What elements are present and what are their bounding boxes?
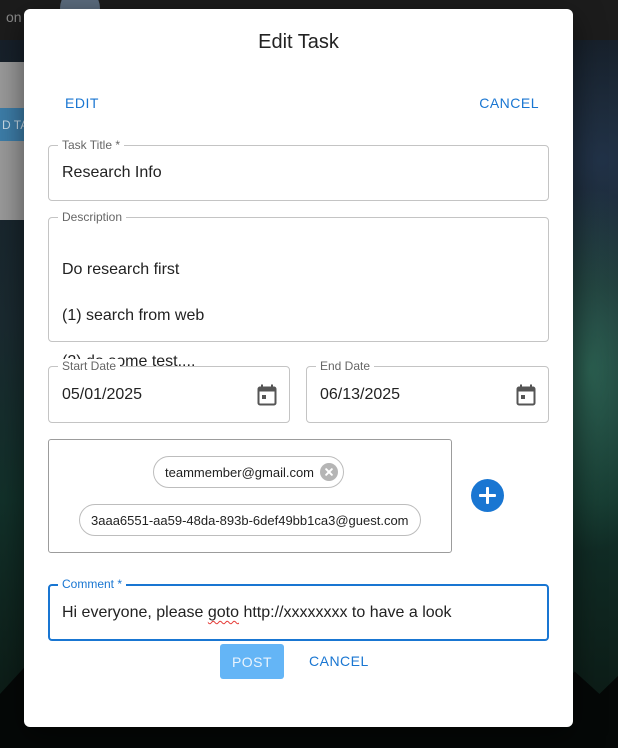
member-chip[interactable]: teammember@gmail.com bbox=[153, 456, 345, 488]
comment-field[interactable]: Comment * Hi everyone, please goto http:… bbox=[48, 577, 549, 641]
remove-chip-icon[interactable] bbox=[320, 463, 339, 481]
comment-input[interactable]: Hi everyone, please goto http://xxxxxxxx… bbox=[62, 604, 452, 622]
comment-text-after: http://xxxxxxxx to have a look bbox=[239, 604, 452, 621]
end-date-field[interactable]: End Date 06/13/2025 bbox=[306, 359, 549, 423]
background-panel bbox=[0, 62, 26, 220]
comment-label: Comment * bbox=[58, 577, 127, 591]
member-chip-label: 3aaa6551-aa59-48da-893b-6def49bb1ca3@gue… bbox=[91, 512, 409, 528]
member-chip-label: teammember@gmail.com bbox=[165, 464, 315, 480]
task-title-field[interactable]: Task Title * Research Info bbox=[48, 138, 549, 201]
task-title-label: Task Title * bbox=[58, 138, 125, 152]
add-member-button[interactable] bbox=[471, 479, 504, 512]
end-date-label: End Date bbox=[316, 359, 375, 373]
description-label: Description bbox=[58, 210, 127, 224]
calendar-icon[interactable] bbox=[257, 384, 277, 406]
description-field[interactable]: Description Do research first (1) search… bbox=[48, 210, 549, 370]
cancel-top-button[interactable]: CANCEL bbox=[479, 95, 539, 111]
comment-text-before: Hi everyone, please bbox=[62, 604, 208, 621]
background-add-task-button: D TA bbox=[0, 108, 26, 141]
start-date-field[interactable]: Start Date 05/01/2025 bbox=[48, 359, 290, 423]
member-chip[interactable]: 3aaa6551-aa59-48da-893b-6def49bb1ca3@gue… bbox=[79, 504, 421, 536]
post-button[interactable]: POST bbox=[220, 644, 284, 679]
members-box: teammember@gmail.com 3aaa6551-aa59-48da-… bbox=[48, 439, 452, 553]
end-date-input[interactable]: 06/13/2025 bbox=[320, 386, 400, 404]
app-topbar-text: on bbox=[6, 9, 22, 25]
misspelled-word: goto bbox=[207, 604, 239, 621]
description-line: Do research first bbox=[62, 261, 180, 278]
dialog-title: Edit Task bbox=[258, 31, 339, 53]
edit-button[interactable]: EDIT bbox=[65, 95, 99, 111]
calendar-icon[interactable] bbox=[516, 384, 536, 406]
description-line: (1) search from web bbox=[62, 307, 205, 324]
start-date-label: Start Date bbox=[58, 359, 121, 373]
start-date-input[interactable]: 05/01/2025 bbox=[62, 386, 142, 404]
task-title-input[interactable]: Research Info bbox=[62, 164, 162, 182]
edit-task-dialog: Edit Task EDIT CANCEL Task Title * Resea… bbox=[24, 9, 573, 727]
cancel-comment-button[interactable]: CANCEL bbox=[309, 653, 369, 669]
